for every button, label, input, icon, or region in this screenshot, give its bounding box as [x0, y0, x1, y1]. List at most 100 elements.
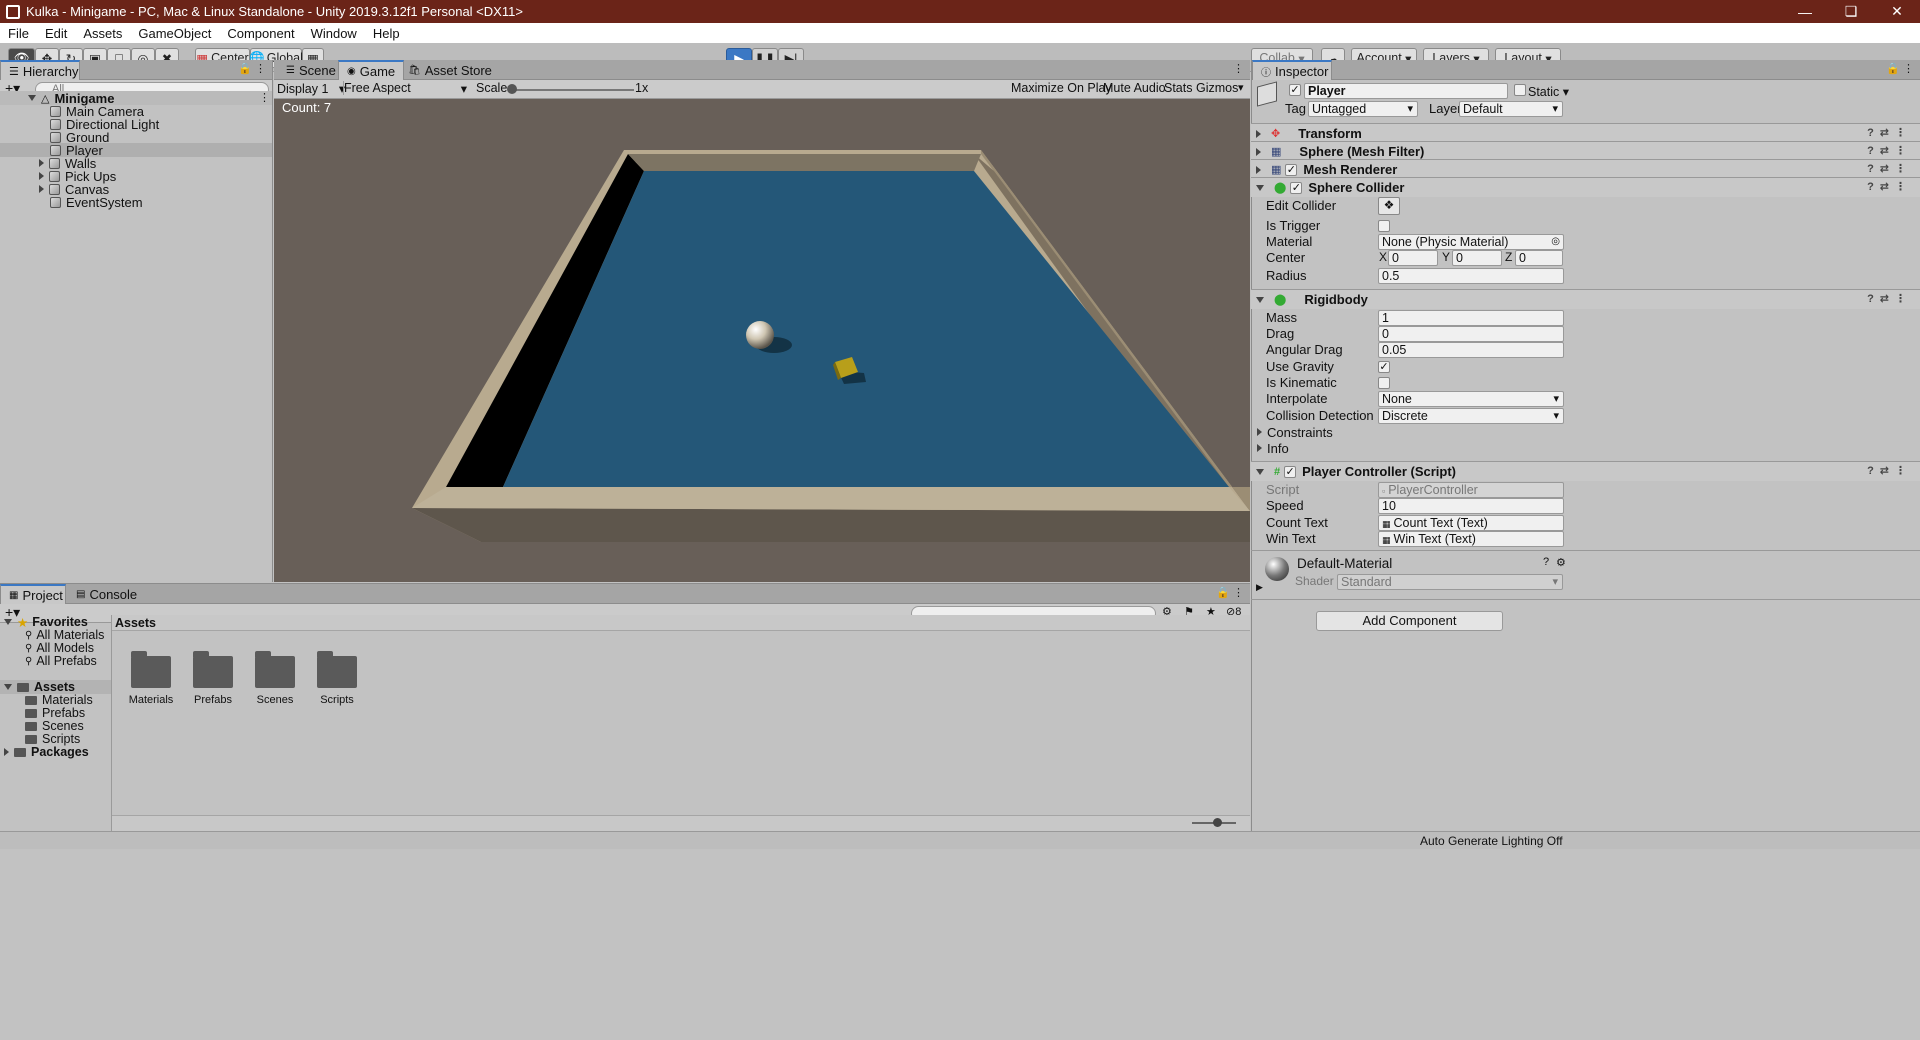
component-controls-icons[interactable]: ?⇄⋮ — [1867, 292, 1912, 305]
component-mesh-renderer[interactable]: ▦ ✓ Mesh Renderer ?⇄⋮ — [1251, 159, 1920, 179]
favorites-item-all-prefabs[interactable]: ⚲ All Prefabs — [25, 654, 97, 668]
center-x-input[interactable]: 0 — [1388, 250, 1438, 266]
stats-toggle[interactable]: Stats — [1164, 81, 1193, 95]
radius-input[interactable]: 0.5 — [1378, 268, 1564, 284]
folder-scenes-icon[interactable] — [255, 651, 295, 688]
scale-slider-handle[interactable] — [507, 84, 517, 94]
component-controls-icons[interactable]: ?⇄⋮ — [1867, 144, 1912, 157]
folder-materials-label[interactable]: Materials — [116, 694, 186, 706]
collapse-icon[interactable] — [39, 185, 44, 193]
minimize-button[interactable]: — — [1782, 0, 1828, 23]
menu-edit[interactable]: Edit — [37, 26, 75, 41]
settings-gear-icon[interactable]: ⚙ — [1556, 556, 1566, 569]
aspect-dropdown[interactable]: Free Aspect ▾ — [343, 81, 467, 96]
more-options-icon[interactable]: ⋮ — [1903, 62, 1914, 75]
layer-dropdown[interactable]: Default — [1459, 101, 1563, 117]
game-viewport[interactable] — [274, 99, 1250, 582]
lighting-status-text[interactable]: Auto Generate Lighting Off — [1420, 834, 1563, 848]
component-sphere-collider[interactable]: ⬤ ✓ Sphere Collider ?⇄⋮ — [1251, 177, 1920, 197]
menu-file[interactable]: File — [0, 26, 37, 41]
active-checkbox[interactable]: ✓ — [1289, 84, 1301, 96]
menu-gameobject[interactable]: GameObject — [130, 26, 219, 41]
component-rigidbody[interactable]: ⬤ Rigidbody ?⇄⋮ — [1251, 289, 1920, 309]
display-dropdown[interactable]: Display 1 ▾ — [277, 81, 345, 96]
favorites-item-all-models[interactable]: ⚲ All Models — [25, 641, 94, 655]
folder-scripts-icon[interactable] — [317, 651, 357, 688]
tag-dropdown[interactable]: Untagged — [1308, 101, 1418, 117]
hierarchy-item-event-system[interactable]: EventSystem — [50, 194, 143, 210]
component-controls-icons[interactable]: ?⇄⋮ — [1867, 180, 1912, 193]
component-mesh-filter[interactable]: ▦ Sphere (Mesh Filter) ?⇄⋮ — [1251, 141, 1920, 161]
collapse-icon[interactable] — [39, 159, 44, 167]
tab-scene[interactable]: ☰ Scene — [278, 60, 344, 80]
component-controls-icons[interactable]: ?⇄⋮ — [1867, 464, 1912, 477]
folder-scenes-label[interactable]: Scenes — [240, 694, 310, 706]
enabled-checkbox[interactable]: ✓ — [1290, 181, 1303, 194]
more-options-icon[interactable]: ⋮ — [1233, 62, 1244, 75]
folder-materials-icon[interactable] — [131, 651, 171, 688]
breadcrumb-assets[interactable]: Assets — [115, 616, 156, 630]
tab-project[interactable]: ▦ Project — [0, 584, 66, 604]
tab-inspector[interactable]: ⓘ Inspector — [1252, 60, 1332, 80]
menu-help[interactable]: Help — [365, 26, 408, 41]
icon-size-slider-handle[interactable] — [1213, 818, 1222, 827]
assets-item-scripts[interactable]: Scripts — [25, 732, 80, 746]
gizmos-dropdown-icon[interactable]: ▾ — [1238, 81, 1244, 94]
tab-asset-store[interactable]: 🛍 Asset Store — [400, 60, 500, 80]
enabled-checkbox[interactable]: ✓ — [1284, 465, 1297, 478]
expand-icon[interactable]: ▶ — [1256, 582, 1263, 593]
is-kinematic-checkbox[interactable] — [1378, 377, 1390, 389]
static-dropdown[interactable]: Static ▾ — [1528, 84, 1569, 99]
component-transform[interactable]: ✥ Transform ?⇄⋮ — [1251, 123, 1920, 143]
assets-item-prefabs[interactable]: Prefabs — [25, 706, 85, 720]
object-name-input[interactable]: Player — [1304, 83, 1508, 99]
folder-prefabs-icon[interactable] — [193, 651, 233, 688]
menu-assets[interactable]: Assets — [75, 26, 130, 41]
component-player-controller[interactable]: # ✓ Player Controller (Script) ?⇄⋮ — [1251, 461, 1920, 481]
drag-input[interactable]: 0 — [1378, 326, 1564, 342]
use-gravity-checkbox[interactable]: ✓ — [1378, 361, 1390, 373]
maximize-button[interactable]: ❏ — [1828, 0, 1874, 23]
more-options-icon[interactable]: ⋮ — [1233, 586, 1244, 599]
maximize-on-play-toggle[interactable]: Maximize On Play — [1011, 81, 1112, 95]
favorites-item-all-materials[interactable]: ⚲ All Materials — [25, 628, 104, 642]
mute-audio-toggle[interactable]: Mute Audio — [1103, 81, 1166, 95]
tab-game[interactable]: ◉ Game — [338, 60, 405, 80]
gizmos-toggle[interactable]: Gizmos — [1196, 81, 1238, 95]
assets-folder[interactable]: Assets — [4, 680, 75, 694]
lock-icon[interactable]: 🔒 — [1886, 62, 1900, 75]
scene-menu-icon[interactable]: ⋮ — [259, 91, 270, 104]
is-trigger-checkbox[interactable] — [1378, 220, 1390, 232]
add-component-button[interactable]: Add Component — [1316, 611, 1503, 631]
assets-item-scenes[interactable]: Scenes — [25, 719, 84, 733]
interpolate-dropdown[interactable]: None — [1378, 391, 1564, 407]
enabled-checkbox[interactable]: ✓ — [1285, 163, 1298, 176]
assets-item-materials[interactable]: Materials — [25, 693, 93, 707]
center-y-input[interactable]: 0 — [1452, 250, 1502, 266]
tab-console[interactable]: ▤ Console — [68, 584, 145, 604]
help-icon[interactable]: ? — [1543, 556, 1549, 568]
win-text-field[interactable]: ▦ Win Text (Text) — [1378, 531, 1564, 547]
angular-drag-input[interactable]: 0.05 — [1378, 342, 1564, 358]
more-options-icon[interactable]: ⋮ — [255, 62, 266, 75]
close-button[interactable]: ✕ — [1874, 0, 1920, 23]
folder-prefabs-label[interactable]: Prefabs — [178, 694, 248, 706]
component-controls-icons[interactable]: ?⇄⋮ — [1867, 126, 1912, 139]
physic-material-field[interactable]: None (Physic Material) ◎ — [1378, 234, 1564, 250]
static-checkbox[interactable] — [1514, 84, 1526, 96]
collapse-icon[interactable] — [39, 172, 44, 180]
mass-input[interactable]: 1 — [1378, 310, 1564, 326]
menu-window[interactable]: Window — [303, 26, 365, 41]
speed-input[interactable]: 10 — [1378, 498, 1564, 514]
lock-icon[interactable]: 🔒 — [238, 62, 252, 75]
lock-icon[interactable]: 🔒 — [1216, 586, 1230, 599]
tab-hierarchy[interactable]: ☰ Hierarchy — [0, 60, 80, 80]
count-text-field[interactable]: ▦ Count Text (Text) — [1378, 515, 1564, 531]
component-controls-icons[interactable]: ?⇄⋮ — [1867, 162, 1912, 175]
menu-component[interactable]: Component — [219, 26, 302, 41]
edit-collider-button[interactable]: ❖ — [1378, 197, 1400, 215]
scale-slider-track[interactable] — [510, 89, 634, 91]
packages-folder[interactable]: Packages — [4, 745, 89, 759]
favorites-folder[interactable]: ★ Favorites — [4, 615, 88, 630]
info-foldout[interactable]: Info — [1257, 440, 1289, 456]
